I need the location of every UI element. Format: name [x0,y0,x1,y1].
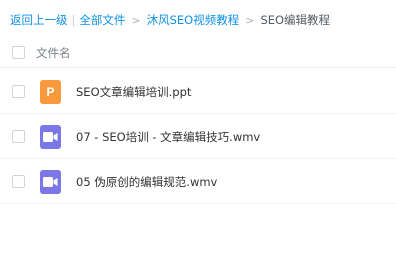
file-row[interactable]: 05 伪原创的编辑规范.wmv [0,159,396,204]
file-checkbox[interactable] [12,175,25,188]
filename-column-header[interactable]: 文件名 [36,45,71,61]
file-browser: 返回上一级 | 全部文件 > 沐风SEO视频教程 > SEO编辑教程 文件名 P… [0,0,396,254]
video-file-icon [40,170,61,194]
breadcrumb: 返回上一级 | 全部文件 > 沐风SEO视频教程 > SEO编辑教程 [10,11,330,29]
breadcrumb-all-files[interactable]: 全部文件 [79,12,125,28]
breadcrumb-current: SEO编辑教程 [260,13,331,27]
file-row[interactable]: 07 - SEO培训 - 文章编辑技巧.wmv [0,114,396,159]
file-checkbox[interactable] [12,85,25,98]
video-file-icon [40,125,61,149]
file-name[interactable]: SEO文章编辑培训.ppt [76,84,191,100]
ppt-file-icon: P [40,80,61,104]
file-name[interactable]: 07 - SEO培训 - 文章编辑技巧.wmv [76,129,260,145]
file-name[interactable]: 05 伪原创的编辑规范.wmv [76,174,217,190]
back-link[interactable]: 返回上一级 [10,12,68,28]
breadcrumb-separator: | [71,13,76,27]
breadcrumb-arrow: > [245,13,255,27]
select-all-checkbox[interactable] [12,46,25,59]
list-header: 文件名 [0,38,396,68]
breadcrumb-arrow: > [131,13,141,27]
file-row[interactable]: P SEO文章编辑培训.ppt [0,69,396,114]
breadcrumb-folder[interactable]: 沐风SEO视频教程 [147,12,240,28]
file-checkbox[interactable] [12,130,25,143]
